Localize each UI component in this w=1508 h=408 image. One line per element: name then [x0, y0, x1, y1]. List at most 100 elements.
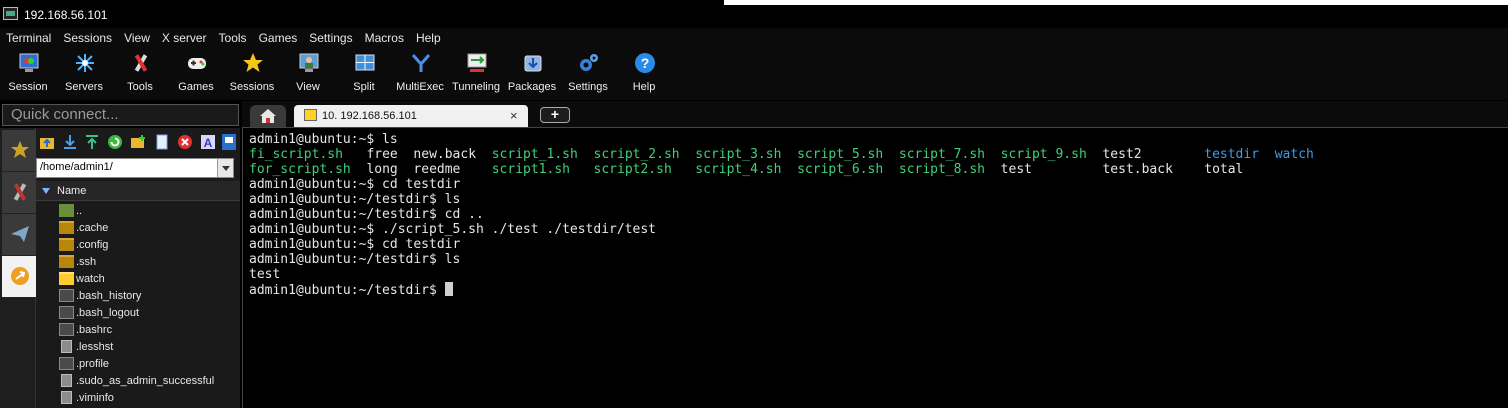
menu-terminal[interactable]: Terminal	[0, 28, 57, 48]
add-tab-button[interactable]: +	[540, 107, 570, 123]
document-icon	[61, 340, 72, 353]
sftp-icon	[11, 267, 29, 285]
follow-terminal-icon[interactable]	[221, 134, 237, 150]
list-item[interactable]: .ssh	[36, 254, 240, 271]
packages-button[interactable]: Packages	[504, 48, 560, 100]
sidebar-tab-macros[interactable]	[2, 214, 36, 256]
packages-icon	[524, 55, 542, 72]
terminal-ls-entry: script_1.sh	[491, 147, 578, 162]
menu-macros[interactable]: Macros	[359, 28, 410, 48]
terminal-pane[interactable]: admin1@ubuntu:~$ ls fi_script.sh free new.b…	[242, 127, 1508, 408]
terminal-ls-entry: free	[366, 147, 398, 162]
quick-connect-input[interactable]: Quick connect...	[2, 104, 239, 126]
list-item[interactable]: .sudo_as_admin_successful	[36, 373, 240, 390]
download-icon[interactable]	[62, 134, 78, 150]
list-item[interactable]: .cache	[36, 220, 240, 237]
settings-button-label: Settings	[568, 81, 608, 93]
terminal-line-text: admin1@ubuntu:~$ ls	[249, 132, 398, 147]
terminal-ls-entry: reedme	[413, 162, 461, 177]
list-item[interactable]: .bash_logout	[36, 305, 240, 322]
folder-icon	[59, 272, 74, 285]
svg-text:?: ?	[641, 55, 650, 71]
menu-sessions[interactable]: Sessions	[57, 28, 118, 48]
terminal-prompt-line: admin1@ubuntu:~/testdir$	[249, 282, 656, 298]
terminal-line: admin1@ubuntu:~$ ls	[249, 132, 656, 147]
session-tabs: 10. 192.168.56.101 × +	[242, 101, 1508, 127]
remote-path-text: /home/admin1/	[40, 161, 113, 173]
main-toolbar: Session Servers Tools Games Sessions Vie…	[0, 48, 1508, 100]
tab-session-label: 10. 192.168.56.101	[322, 110, 417, 122]
refresh-icon[interactable]	[107, 134, 123, 150]
view-button[interactable]: View	[280, 48, 336, 100]
session-button[interactable]: Session	[0, 48, 56, 100]
upload-icon[interactable]	[84, 134, 100, 150]
tab-close-icon[interactable]: ×	[510, 108, 518, 123]
sessions-button[interactable]: Sessions	[224, 48, 280, 100]
sidebar-tab-favorites[interactable]	[2, 130, 36, 172]
list-item[interactable]: .profile	[36, 356, 240, 373]
home-tab[interactable]	[250, 105, 286, 127]
terminal-ls-entry: new.back	[413, 147, 477, 162]
home-icon	[260, 109, 276, 123]
session-button-label: Session	[8, 81, 48, 93]
list-item[interactable]: .viminfo	[36, 390, 240, 407]
games-button[interactable]: Games	[168, 48, 224, 100]
list-item[interactable]: .config	[36, 237, 240, 254]
document-icon	[61, 391, 72, 404]
paper-plane-icon	[11, 226, 29, 242]
list-item[interactable]: ..	[36, 203, 240, 220]
terminal-ls-entry: script_4.sh	[695, 162, 782, 177]
tools-button-label: Tools	[127, 81, 153, 93]
terminal-ls-entry: script_3.sh	[695, 147, 782, 162]
terminal-ls-entry: long	[366, 162, 398, 177]
terminal-ls-entry: script2.sh	[593, 162, 672, 177]
list-item[interactable]: .bash_history	[36, 288, 240, 305]
remote-path-input[interactable]: /home/admin1/	[36, 158, 234, 178]
multiexec-button-label: MultiExec	[396, 81, 444, 93]
tab-session-192-168-56-101[interactable]: 10. 192.168.56.101 ×	[294, 105, 528, 127]
name-column-header[interactable]: Name	[36, 181, 240, 201]
sidebar-tab-tools[interactable]	[2, 172, 36, 214]
games-button-label: Games	[178, 81, 214, 93]
terminal-line-text: admin1@ubuntu:~/testdir$ ls	[249, 252, 461, 267]
star-icon	[11, 141, 29, 158]
menu-games[interactable]: Games	[253, 28, 304, 48]
delete-icon[interactable]	[177, 134, 193, 150]
gamepad-icon	[188, 58, 206, 69]
sidebar-tab-sftp[interactable]	[2, 256, 36, 298]
tunneling-button[interactable]: Tunneling	[448, 48, 504, 100]
terminal-line: admin1@ubuntu:~$ cd testdir	[249, 177, 656, 192]
file-icon	[59, 323, 74, 336]
sftp-toolbar: A	[36, 132, 240, 154]
menu-bar: Terminal Sessions View X server Tools Ga…	[0, 28, 1508, 48]
tunneling-button-label: Tunneling	[452, 81, 500, 93]
help-button[interactable]: ? Help	[616, 48, 672, 100]
multiexec-button[interactable]: MultiExec	[392, 48, 448, 100]
svg-text:A: A	[204, 136, 213, 150]
split-button-label: Split	[353, 81, 375, 93]
menu-tools[interactable]: Tools	[213, 28, 253, 48]
list-item[interactable]: .lesshst	[36, 339, 240, 356]
rename-icon[interactable]: A	[200, 134, 216, 150]
split-button[interactable]: Split	[336, 48, 392, 100]
menu-x-server[interactable]: X server	[156, 28, 213, 48]
menu-help[interactable]: Help	[410, 28, 447, 48]
folder-up-icon[interactable]	[39, 134, 55, 150]
servers-button[interactable]: Servers	[56, 48, 112, 100]
terminal-line-text: admin1@ubuntu:~$ cd testdir	[249, 177, 461, 192]
tools-button[interactable]: Tools	[112, 48, 168, 100]
terminal-ls-entry: test.back	[1102, 162, 1173, 177]
list-item[interactable]: watch	[36, 271, 240, 288]
settings-button[interactable]: Settings	[560, 48, 616, 100]
menu-view[interactable]: View	[118, 28, 156, 48]
terminal-ls-entry: script_5.sh	[797, 147, 884, 162]
menu-settings[interactable]: Settings	[303, 28, 358, 48]
file-name: .lesshst	[76, 341, 114, 353]
list-item[interactable]: .bashrc	[36, 322, 240, 339]
new-file-icon[interactable]	[154, 134, 170, 150]
terminal-ls-entry: script_7.sh	[898, 147, 985, 162]
terminal-ls-entry: test2	[1102, 147, 1142, 162]
chevron-down-icon[interactable]	[217, 159, 233, 177]
new-folder-icon[interactable]	[130, 134, 146, 150]
terminal-ls-entry: fi_script.sh	[249, 147, 343, 162]
